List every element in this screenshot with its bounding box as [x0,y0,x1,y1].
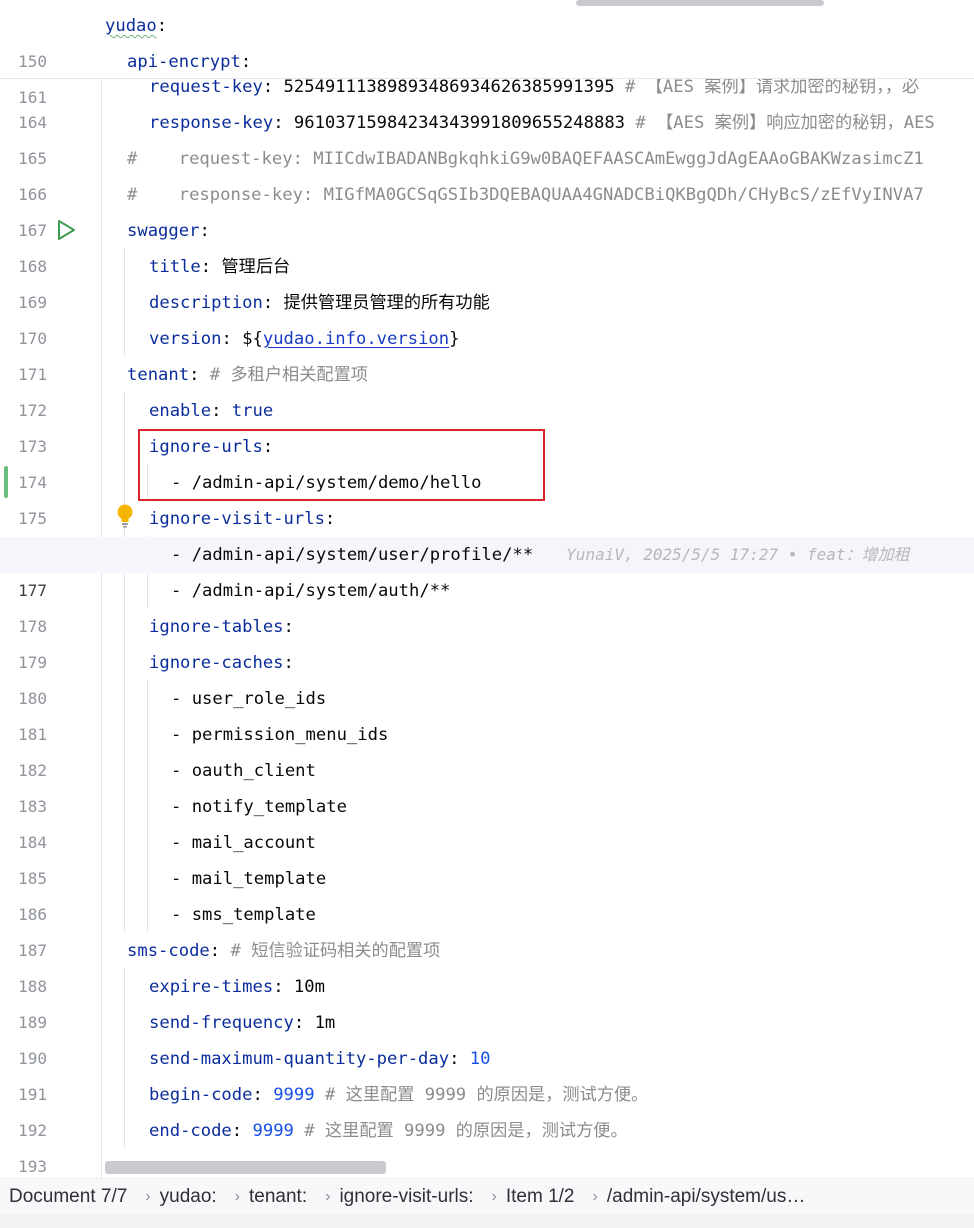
breadcrumb-item-index[interactable]: Item 1/2 [506,1186,575,1208]
code-text: response-key: 96103715984234343991809655… [149,113,935,133]
code-text: - notify_template [171,797,347,817]
code-editor[interactable]: 150 yudao: 161 api-encrypt: 164 request-… [0,0,974,1178]
breadcrumb-separator: › [145,1188,151,1205]
code-line[interactable]: 181 - user_role_ids [0,681,974,744]
lightbulb-icon[interactable] [115,503,135,533]
breadcrumb-document[interactable]: Document 7/7 [0,1186,127,1208]
breadcrumb-separator: › [234,1188,240,1205]
run-icon[interactable] [56,219,76,245]
code-text: expire-times: 10m [149,977,325,997]
vertical-scrollbar-thumb[interactable] [576,0,824,6]
code-line[interactable]: 179 ignore-tables: [0,609,974,672]
code-line[interactable]: 176 ignore-visit-urls: [0,501,974,564]
code-line[interactable]: 182 - permission_menu_ids [0,717,974,780]
code-line[interactable]: 178 - /admin-api/system/auth/** [0,573,974,636]
code-line[interactable]: 185 - mail_account [0,825,974,888]
code-line[interactable]: 165 response-key: 9610371598423434399180… [0,105,974,168]
code-text: end-code: 9999 # 这里配置 9999 的原因是，测试方便。 [149,1121,628,1141]
code-text: - oauth_client [171,761,316,781]
line-number: 161 [18,88,47,107]
code-line[interactable]: 170 description: 提供管理员管理的所有功能 [0,285,974,348]
git-blame-annotation: YunaiV, 2025/5/5 17:27 • feat：增加租 [566,545,910,564]
breadcrumb-item-yudao[interactable]: yudao: [160,1186,217,1208]
code-text: - /admin-api/system/auth/** [171,581,451,601]
code-text: ignore-tables: [149,617,294,637]
code-line[interactable]: 180 ignore-caches: [0,645,974,708]
code-line[interactable]: 193 end-code: 9999 # 这里配置 9999 的原因是，测试方便… [0,1113,974,1176]
breadcrumb-separator: › [592,1188,598,1205]
code-line[interactable]: 188 sms-code: # 短信验证码相关的配置项 [0,933,974,996]
breadcrumb-item-ignore-visit-urls[interactable]: ignore-visit-urls: [339,1186,473,1208]
code-text: - sms_template [171,905,316,925]
code-line[interactable]: 183 - oauth_client [0,753,974,816]
code-text: enable: true [149,401,274,421]
code-line[interactable]: 167 # response-key: MIGfMA0GCSqGSIb3DQEB… [0,177,974,240]
vcs-change-marker[interactable] [4,466,8,498]
code-text: title: 管理后台 [149,257,291,277]
code-line[interactable]: 191 send-maximum-quantity-per-day: 10 [0,1041,974,1104]
code-comment: # request-key: MIICdwIBADANBgkqhkiG9w0BA… [127,149,924,169]
code-text: version: ${yudao.info.version} [149,329,460,349]
code-text: - mail_account [171,833,316,853]
breadcrumb-item-value[interactable]: /admin-api/system/us… [607,1186,806,1208]
breadcrumb-separator: › [491,1188,497,1205]
code-line[interactable]: 187 - sms_template [0,897,974,960]
code-text: tenant: # 多租户相关配置项 [127,365,368,385]
code-text: - /admin-api/system/user/profile/** Yunai… [171,545,910,565]
code-text: send-frequency: 1m [149,1013,336,1033]
breadcrumb-separator: › [325,1188,331,1205]
code-text: description: 提供管理员管理的所有功能 [149,293,490,313]
code-line[interactable]: 169 title: 管理后台 [0,249,974,312]
code-text: - user_role_ids [171,689,327,709]
breadcrumb: Document 7/7 › yudao: › tenant: › ignore… [0,1178,974,1215]
code-comment: # response-key: MIGfMA0GCSqGSIb3DQEBAQUA… [127,185,924,205]
code-line[interactable]: 171 version: ${yudao.info.version} [0,321,974,384]
code-line[interactable]: 168 swagger: [0,213,974,276]
code-text: - mail_template [171,869,327,889]
sticky-scroll-header: 150 yudao: 161 api-encrypt: [0,0,974,107]
code-text: api-encrypt: [127,52,252,72]
code-line[interactable]: 190 send-frequency: 1m [0,1005,974,1068]
sticky-line[interactable]: 161 api-encrypt: [0,44,974,107]
code-text: ignore-caches: [149,653,294,673]
code-text: - permission_menu_ids [171,725,389,745]
code-text: begin-code: 9999 # 这里配置 9999 的原因是，测试方便。 [149,1085,649,1105]
highlight-annotation-box [138,429,545,501]
code-line[interactable]: 166 # request-key: MIICdwIBADANBgkqhkiG9… [0,141,974,204]
code-line[interactable]: 184 - notify_template [0,789,974,852]
code-line[interactable]: 192 begin-code: 9999 # 这里配置 9999 的原因是，测试… [0,1077,974,1140]
code-line-current[interactable]: 177 - /admin-api/system/user/profile/** Y… [0,537,974,600]
sticky-line[interactable]: 150 yudao: [0,8,974,71]
status-strip [0,1214,974,1228]
code-line[interactable]: 189 expire-times: 10m [0,969,974,1032]
code-text: swagger: [127,221,210,241]
code-text: ignore-visit-urls: [149,509,336,529]
code-line[interactable]: 172 tenant: # 多租户相关配置项 [0,357,974,420]
breadcrumb-item-tenant[interactable]: tenant: [249,1186,307,1208]
code-line[interactable]: 186 - mail_template [0,861,974,924]
horizontal-scrollbar-thumb[interactable] [105,1161,386,1174]
code-line[interactable]: 173 enable: true [0,393,974,456]
code-text: yudao: [105,16,168,36]
code-text: send-maximum-quantity-per-day: 10 [149,1049,491,1069]
code-text: sms-code: # 短信验证码相关的配置项 [127,941,441,961]
